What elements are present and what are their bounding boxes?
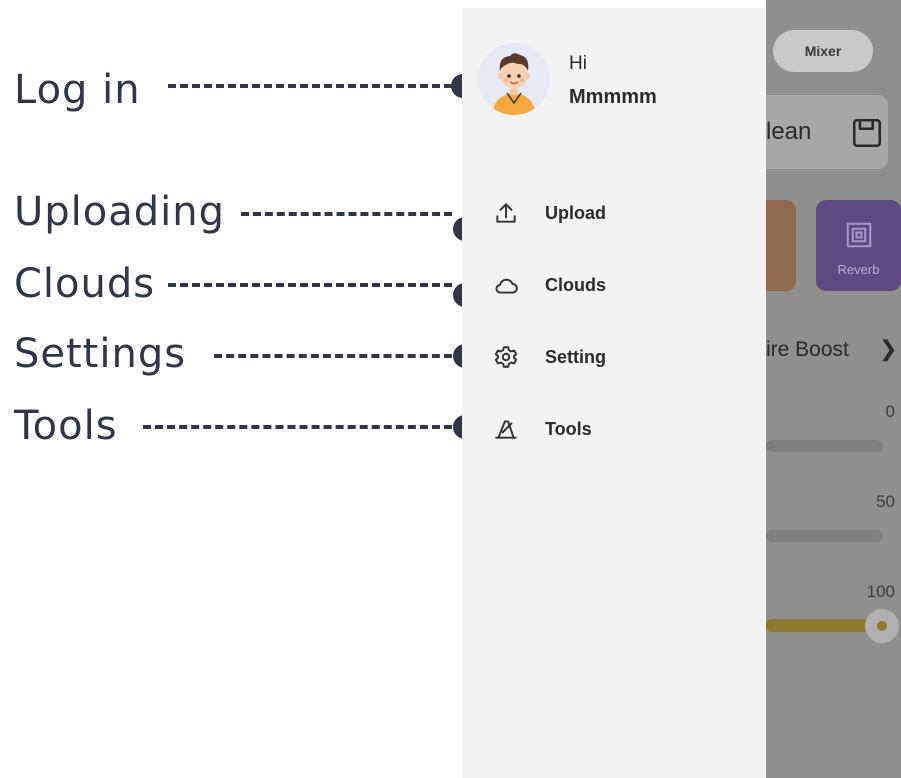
annotation-tools-leader bbox=[143, 425, 452, 429]
annotation-clouds-leader bbox=[168, 283, 452, 287]
annotation-settings: Settings bbox=[14, 331, 187, 377]
effect-button-partial[interactable] bbox=[766, 200, 796, 291]
slider-thumb-dot bbox=[877, 621, 887, 631]
menu-item-setting[interactable]: Setting bbox=[492, 342, 606, 372]
annotation-login: Log in bbox=[14, 67, 141, 113]
slider-track[interactable] bbox=[766, 530, 883, 542]
user-avatar-icon bbox=[478, 43, 550, 115]
slider-value: 50 bbox=[876, 492, 895, 511]
effect-reverb-label: Reverb bbox=[837, 262, 880, 277]
annotation-panel: Log in Uploading Clouds Settings Tools bbox=[0, 0, 477, 778]
cloud-icon bbox=[492, 271, 520, 299]
chevron-right-icon[interactable]: ❯ bbox=[879, 336, 897, 362]
slider-thumb[interactable] bbox=[865, 609, 899, 643]
menu-item-tools[interactable]: Tools bbox=[492, 414, 592, 444]
username: Mmmmm bbox=[569, 86, 657, 108]
navigation-drawer: Hi Mmmmm Upload Clouds Setting Tools bbox=[462, 8, 766, 778]
menu-item-clouds[interactable]: Clouds bbox=[492, 270, 606, 300]
menu-item-setting-label: Setting bbox=[545, 346, 606, 367]
preset-name: lean bbox=[766, 118, 812, 145]
menu-item-tools-label: Tools bbox=[545, 418, 592, 439]
tools-icon bbox=[492, 415, 520, 443]
menu-item-upload-label: Upload bbox=[545, 202, 606, 223]
slider-value: 100 bbox=[866, 582, 895, 601]
upload-icon bbox=[492, 199, 520, 227]
menu-item-clouds-label: Clouds bbox=[545, 274, 606, 295]
reverb-icon bbox=[844, 220, 874, 255]
slider-value: 0 bbox=[885, 402, 895, 421]
annotation-clouds: Clouds bbox=[14, 261, 156, 307]
annotation-login-leader bbox=[168, 84, 452, 88]
annotation-uploading-leader bbox=[241, 212, 452, 216]
boost-label: ire Boost bbox=[766, 338, 849, 361]
annotation-settings-leader bbox=[214, 354, 452, 358]
annotation-uploading: Uploading bbox=[14, 189, 226, 235]
save-icon[interactable] bbox=[850, 116, 884, 155]
mixer-button[interactable]: Mixer bbox=[773, 30, 873, 72]
background-app-overlay[interactable]: Mixer lean Reverb ire Boost ❯ 0 50 100 bbox=[766, 0, 901, 778]
annotation-tools: Tools bbox=[14, 403, 118, 449]
effect-button-reverb[interactable]: Reverb bbox=[816, 200, 901, 291]
avatar[interactable] bbox=[478, 43, 550, 115]
greeting-text: Hi bbox=[569, 53, 587, 74]
gear-icon bbox=[492, 343, 520, 371]
menu-item-upload[interactable]: Upload bbox=[492, 198, 606, 228]
slider-track[interactable] bbox=[766, 440, 883, 452]
